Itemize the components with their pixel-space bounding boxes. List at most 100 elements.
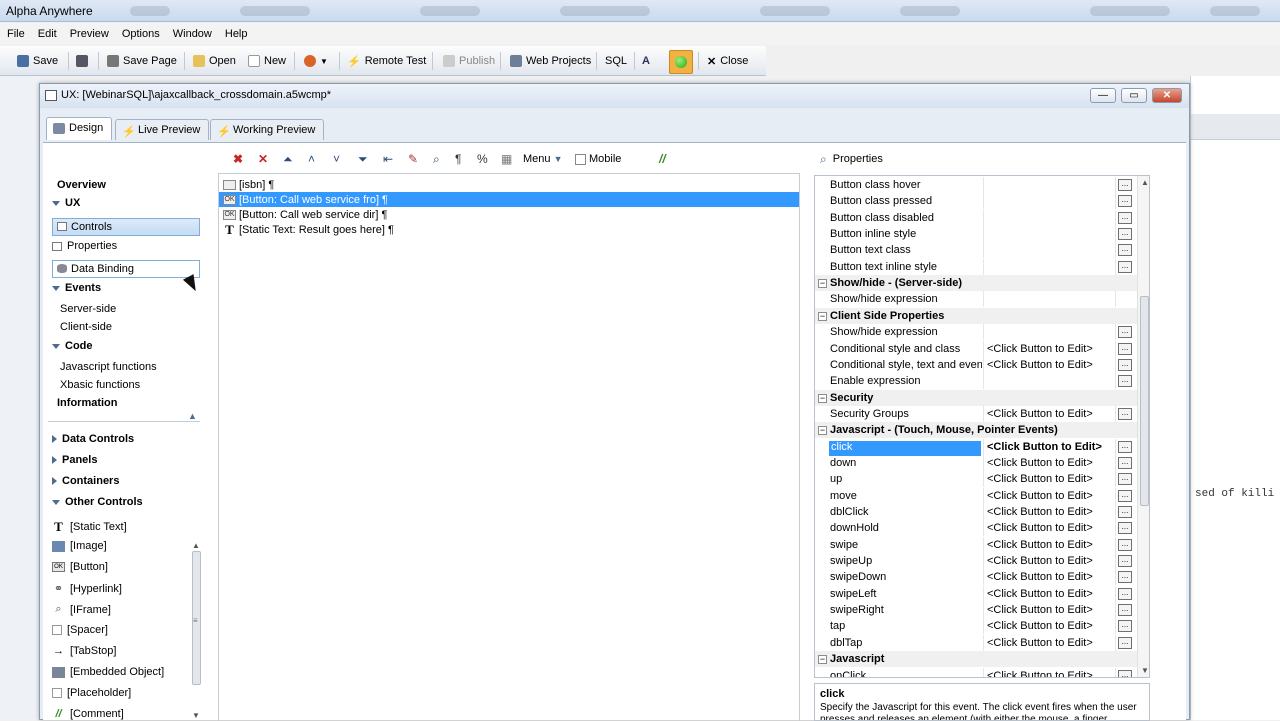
menu-edit[interactable]: Edit (31, 23, 63, 40)
ellipsis-button[interactable]: ... (1118, 473, 1132, 486)
property-row[interactable]: swipeUp <Click Button to Edit>... (815, 553, 1137, 570)
property-row[interactable]: Button text class... (815, 242, 1137, 259)
group-panels[interactable]: Panels (52, 454, 97, 466)
dialog-close-button[interactable]: ✕ (1152, 88, 1182, 103)
sql-button[interactable]: SQL (605, 53, 627, 69)
property-value[interactable]: <Click Button to Edit> (987, 522, 1093, 534)
property-value[interactable]: <Click Button to Edit> (987, 637, 1093, 649)
ellipsis-button[interactable]: ... (1118, 571, 1132, 584)
control-embedded-object[interactable]: [Embedded Object] (52, 666, 164, 678)
run-status-button[interactable] (669, 50, 693, 74)
move-up-icon[interactable]: ˄ (308, 153, 315, 165)
ellipsis-button[interactable]: ... (1118, 636, 1132, 649)
control-image[interactable]: [Image] (52, 540, 107, 552)
property-section[interactable]: − Security (815, 389, 1137, 406)
menu-file[interactable]: File (0, 23, 31, 40)
delete-all-icon[interactable]: ✖ (233, 153, 243, 165)
property-row[interactable]: Show/hide expression... (815, 324, 1137, 341)
property-section[interactable]: − Client Side Properties (815, 307, 1137, 324)
property-section[interactable]: − Javascript (815, 651, 1137, 668)
property-value[interactable]: <Click Button to Edit> (987, 620, 1093, 632)
control-spacer[interactable]: [Spacer] (52, 624, 108, 636)
tree-item[interactable]: [isbn] ¶ (219, 177, 799, 192)
property-row[interactable]: Button inline style... (815, 226, 1137, 243)
ellipsis-button[interactable]: ... (1118, 587, 1132, 600)
collapse-icon[interactable]: − (818, 311, 827, 321)
ellipsis-button[interactable]: ... (1118, 440, 1132, 453)
ellipsis-button[interactable]: ... (1118, 375, 1132, 388)
comment-icon[interactable]: // (659, 153, 666, 165)
menu-preview[interactable]: Preview (63, 23, 115, 40)
property-value[interactable]: <Click Button to Edit> (987, 555, 1093, 567)
edit-tool-icon[interactable]: ✎ (408, 153, 418, 165)
collapse-icon[interactable]: − (818, 393, 827, 403)
property-row[interactable]: swipeDown <Click Button to Edit>... (815, 569, 1137, 586)
collapse-icon[interactable]: − (818, 655, 827, 665)
property-value[interactable]: <Click Button to Edit> (987, 506, 1093, 518)
nav-javascript-functions[interactable]: Javascript functions (60, 361, 157, 373)
tab-working-preview[interactable]: ⚡ Working Preview (210, 119, 325, 140)
property-value[interactable]: <Click Button to Edit> (987, 441, 1102, 453)
ellipsis-button[interactable]: ... (1118, 456, 1132, 469)
tree-item[interactable]: OK [Button: Call web service dir] ¶ (219, 207, 799, 222)
new-button[interactable]: New (248, 53, 286, 69)
property-value[interactable]: <Click Button to Edit> (987, 408, 1093, 420)
nav-server-side[interactable]: Server-side (60, 303, 116, 315)
property-row[interactable]: Button class disabled... (815, 209, 1137, 226)
property-row[interactable]: downHold <Click Button to Edit>... (815, 520, 1137, 537)
open-button[interactable]: Open (193, 53, 236, 69)
property-value[interactable]: <Click Button to Edit> (987, 539, 1093, 551)
controls-scrollbar[interactable]: ▲ ≡ ▼ (189, 541, 203, 721)
tab-design[interactable]: Design (46, 117, 113, 140)
ellipsis-button[interactable]: ... (1118, 228, 1132, 241)
property-row[interactable]: Show/hide expression (815, 291, 1137, 308)
property-row[interactable]: Conditional style and class <Click Button… (815, 340, 1137, 357)
chevron-down-icon[interactable]: ▼ (1141, 666, 1149, 675)
property-section[interactable]: − Show/hide - (Server-side) (815, 275, 1137, 292)
delete-icon[interactable]: ✕ (258, 153, 268, 165)
chevron-up-icon[interactable]: ▲ (192, 541, 200, 550)
ellipsis-button[interactable]: ... (1118, 326, 1132, 339)
close-toolbar-button[interactable]: ✕ Close (707, 53, 748, 69)
percent-icon[interactable]: % (477, 153, 488, 165)
property-value[interactable]: <Click Button to Edit> (987, 571, 1093, 583)
property-value[interactable]: <Click Button to Edit> (987, 490, 1093, 502)
ellipsis-button[interactable]: ... (1118, 195, 1132, 208)
move-top-icon[interactable]: ⏶ (283, 153, 293, 165)
ellipsis-button[interactable]: ... (1118, 604, 1132, 617)
publish-button[interactable]: Publish (443, 53, 495, 69)
property-section[interactable]: − Javascript - (Touch, Mouse, Pointer Eve… (815, 422, 1137, 439)
remote-test-button[interactable]: ⚡ Remote Test (347, 53, 426, 69)
property-row[interactable]: dblClick <Click Button to Edit>... (815, 504, 1137, 520)
nav-controls[interactable]: Controls (52, 218, 200, 236)
control-button[interactable]: OK [Button] (52, 561, 108, 573)
search-icon[interactable]: ⌕ (820, 152, 827, 167)
control-hyperlink[interactable]: ⚭ [Hyperlink] (52, 582, 122, 596)
property-value[interactable]: <Click Button to Edit> (987, 457, 1093, 469)
property-value[interactable]: <Click Button to Edit> (987, 588, 1093, 600)
ellipsis-button[interactable]: ... (1118, 489, 1132, 502)
property-row[interactable]: swipeRight <Click Button to Edit>... (815, 602, 1137, 619)
ellipsis-button[interactable]: ... (1118, 407, 1132, 420)
control-static-text[interactable]: T [Static Text] (52, 519, 127, 535)
ellipsis-button[interactable]: ... (1118, 522, 1132, 535)
ellipsis-button[interactable]: ... (1118, 342, 1132, 355)
save-page-button[interactable]: Save Page (107, 53, 177, 69)
property-row-selected[interactable]: click <Click Button to Edit>... (815, 438, 1137, 456)
menu-window[interactable]: Window (166, 23, 218, 40)
property-row[interactable]: dblTap <Click Button to Edit>... (815, 634, 1137, 651)
nav-information[interactable]: Information (57, 397, 118, 409)
ellipsis-button[interactable]: ... (1118, 358, 1132, 371)
collapse-icon[interactable]: − (818, 279, 827, 289)
group-containers[interactable]: Containers (52, 475, 119, 487)
property-row[interactable]: Button class hover... (815, 177, 1137, 193)
ellipsis-button[interactable]: ... (1118, 260, 1132, 273)
property-row[interactable]: Conditional style, text and events <Click… (815, 356, 1137, 373)
nav-properties[interactable]: Properties (52, 240, 117, 252)
property-row[interactable]: swipeLeft <Click Button to Edit>... (815, 585, 1137, 602)
menu-help[interactable]: Help (218, 23, 254, 40)
ellipsis-button[interactable]: ... (1118, 506, 1132, 518)
property-row[interactable]: tap <Click Button to Edit>... (815, 618, 1137, 635)
control-iframe[interactable]: ⌕ [IFrame] (52, 603, 111, 616)
property-scrollbar[interactable]: ▲ ▼ (1137, 176, 1149, 677)
